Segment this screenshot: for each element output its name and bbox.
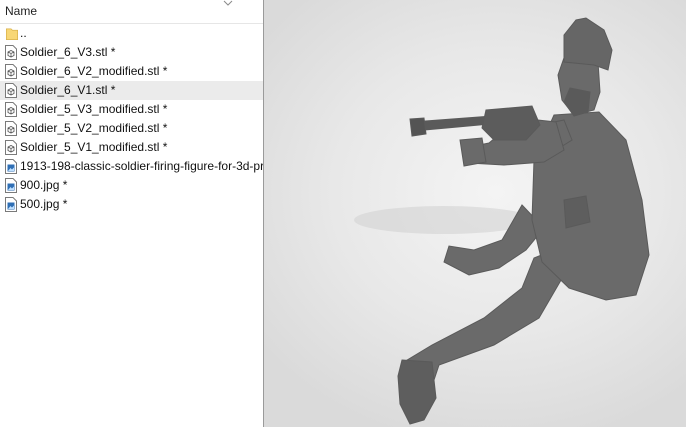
file-name: 500.jpg * (20, 197, 68, 211)
stl-file-icon (5, 45, 17, 60)
file-list: .. Soldier_6_V3.stl * Soldier_6_V2_modifie… (0, 24, 263, 214)
file-name: Soldier_5_V2_modified.stl * (20, 121, 168, 135)
image-file-icon (5, 197, 17, 212)
soldier-model-render (354, 17, 650, 425)
file-list-item[interactable]: Soldier_6_V3.stl * (0, 43, 263, 62)
model-floor-shadow (354, 206, 534, 234)
file-name: Soldier_5_V1_modified.stl * (20, 140, 168, 154)
file-name: Soldier_6_V1.stl * (20, 83, 116, 97)
file-name: 900.jpg * (20, 178, 68, 192)
stl-file-icon (5, 83, 17, 98)
name-column-label: Name (5, 4, 38, 18)
file-list-item[interactable]: Soldier_6_V1.stl * (0, 81, 263, 100)
file-list-panel: Name .. Soldier_6_V3.stl * Soldier_6_V2_mo… (0, 0, 263, 427)
model-beard (563, 87, 591, 117)
file-list-item[interactable]: 1913-198-classic-soldier-firing-figure-f… (0, 157, 263, 176)
model-hand (459, 137, 487, 167)
stl-file-icon (5, 121, 17, 136)
stl-file-icon (5, 64, 17, 79)
stl-file-icon (5, 102, 17, 117)
file-list-item[interactable]: .. (0, 24, 263, 43)
file-list-item[interactable]: 500.jpg * (0, 195, 263, 214)
file-list-item[interactable]: 900.jpg * (0, 176, 263, 195)
chevron-up-icon[interactable] (222, 0, 234, 8)
file-name: Soldier_6_V3.stl * (20, 45, 116, 59)
model-gun-muzzle (409, 117, 427, 137)
model-boot (397, 359, 437, 425)
stl-file-icon (5, 140, 17, 155)
stl-3d-viewer[interactable] (264, 0, 686, 427)
file-list-item[interactable]: Soldier_5_V3_modified.stl * (0, 100, 263, 119)
model-belt-pouch (563, 195, 591, 229)
file-name: 1913-198-classic-soldier-firing-figure-f… (20, 159, 263, 173)
image-file-icon (5, 178, 17, 193)
file-name: .. (20, 26, 27, 40)
file-list-item[interactable]: Soldier_5_V1_modified.stl * (0, 138, 263, 157)
model-turban (563, 17, 613, 71)
file-name: Soldier_5_V3_modified.stl * (20, 102, 168, 116)
model-gun-receiver (481, 105, 541, 141)
folder-icon (5, 26, 18, 41)
name-column-header[interactable]: Name (0, 0, 263, 24)
file-list-item[interactable]: Soldier_6_V2_modified.stl * (0, 62, 263, 81)
file-list-item[interactable]: Soldier_5_V2_modified.stl * (0, 119, 263, 138)
image-file-icon (5, 159, 17, 174)
file-name: Soldier_6_V2_modified.stl * (20, 64, 168, 78)
